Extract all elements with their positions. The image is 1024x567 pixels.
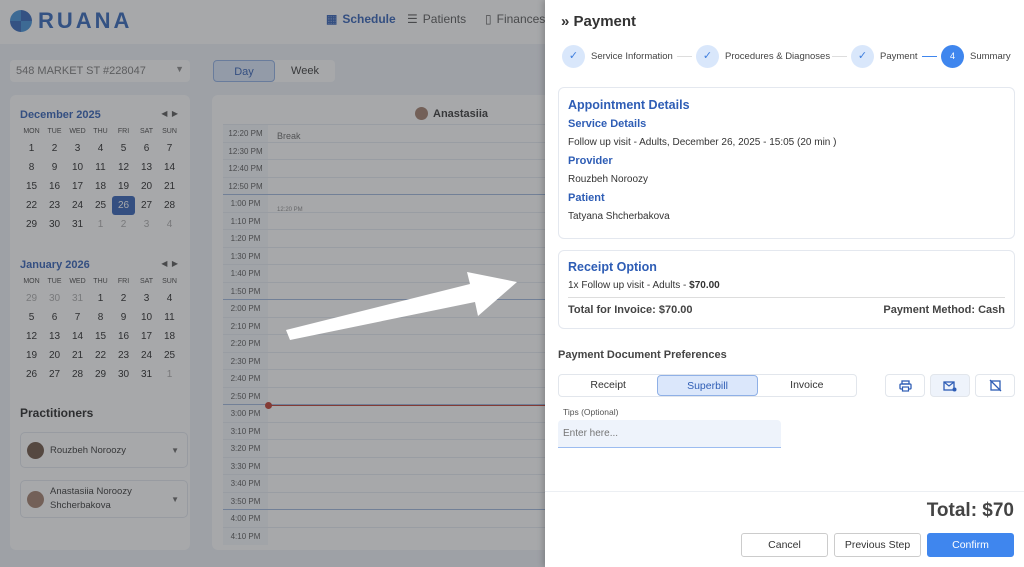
appointment-details-card: Appointment Details Service Details Foll… — [558, 87, 1015, 239]
payment-panel: » Payment ✓ Service Information ✓ Procedur… — [545, 0, 1024, 567]
step-label: Payment — [880, 51, 918, 62]
tips-label: Tips (Optional) — [563, 407, 619, 417]
receipt-line: 1x Follow up visit - Adults - — [568, 280, 690, 291]
step-label: Service Information — [591, 51, 673, 62]
invoice-total: Total for Invoice: $70.00 — [568, 304, 693, 316]
print-button[interactable] — [885, 374, 925, 397]
email-button[interactable] — [930, 374, 970, 397]
service-label: Service Details — [568, 118, 647, 130]
tips-input[interactable] — [558, 420, 781, 448]
confirm-button[interactable]: Confirm — [927, 533, 1014, 557]
title-text: Payment — [573, 13, 637, 30]
step-payment: ✓ Payment — [851, 45, 918, 68]
no-print-button[interactable] — [975, 374, 1015, 397]
provider-value: Rouzbeh Noroozy — [568, 174, 649, 185]
tab-receipt[interactable]: Receipt — [559, 375, 657, 396]
step-number: 4 — [941, 45, 964, 68]
previous-step-button[interactable]: Previous Step — [834, 533, 921, 557]
check-icon: ✓ — [696, 45, 719, 68]
email-icon — [943, 380, 957, 391]
step-connector — [677, 56, 692, 57]
step-connector — [832, 56, 847, 57]
receipt-title: Receipt Option — [568, 260, 657, 274]
receipt-amount: $70.00 — [689, 280, 720, 291]
step-service-information: ✓ Service Information — [562, 45, 673, 68]
step-summary: 4 Summary — [941, 45, 1011, 68]
check-icon: ✓ — [851, 45, 874, 68]
footer-divider — [545, 491, 1024, 492]
step-procedures-diagnoses: ✓ Procedures & Diagnoses — [696, 45, 830, 68]
collapse-chevrons-icon[interactable]: » — [561, 13, 569, 30]
patient-label: Patient — [568, 192, 605, 204]
grand-total: Total: $70 — [926, 500, 1014, 521]
panel-title: » Payment — [561, 13, 636, 30]
prefs-heading: Payment Document Preferences — [558, 349, 727, 361]
printer-icon — [898, 379, 912, 392]
no-print-icon — [989, 379, 1001, 392]
service-value: Follow up visit - Adults, December 26, 2… — [568, 137, 837, 148]
appointment-title: Appointment Details — [568, 98, 690, 112]
tab-invoice[interactable]: Invoice — [758, 375, 856, 396]
payment-method: Payment Method: Cash — [883, 304, 1005, 316]
step-connector — [922, 56, 937, 57]
document-type-tabs: Receipt Superbill Invoice — [558, 374, 857, 397]
step-label: Summary — [970, 51, 1011, 62]
step-label: Procedures & Diagnoses — [725, 51, 831, 62]
check-icon: ✓ — [562, 45, 585, 68]
tab-superbill[interactable]: Superbill — [657, 375, 758, 396]
receipt-option-card: Receipt Option 1x Follow up visit - Adul… — [558, 250, 1015, 329]
provider-label: Provider — [568, 155, 613, 167]
annotation-arrow-icon — [286, 272, 517, 340]
cancel-button[interactable]: Cancel — [741, 533, 828, 557]
patient-value: Tatyana Shcherbakova — [568, 211, 670, 222]
